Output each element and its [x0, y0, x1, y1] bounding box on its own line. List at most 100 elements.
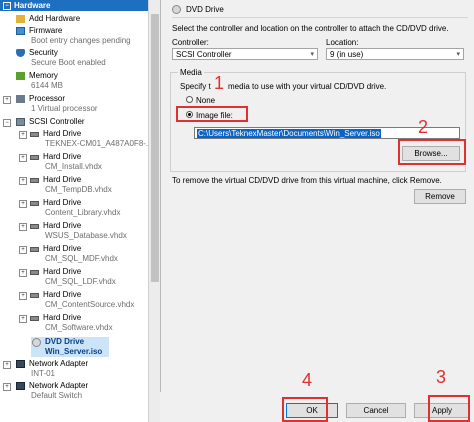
hard-drive-file: CM_Software.vhdx — [45, 323, 113, 332]
tree-item-hard-drive[interactable]: Hard Drive — [43, 221, 81, 230]
tree-item-security[interactable]: Security — [29, 48, 58, 57]
network-adapter-icon — [16, 360, 25, 368]
tree-item-hard-drive[interactable]: Hard Drive — [43, 313, 81, 322]
tree-item-network-adapter[interactable]: Network Adapter — [29, 359, 88, 368]
tree-scrollbar[interactable] — [148, 0, 160, 422]
hard-drive-file: CM_ContentSource.vhdx — [45, 300, 135, 309]
expand-icon[interactable]: + — [19, 315, 27, 323]
hard-drive-file: TEKNEX-CM01_A487A0F8-... — [45, 139, 153, 148]
callout-number-2: 2 — [418, 117, 429, 137]
hard-drive-file: CM_SQL_LDF.vhdx — [45, 277, 116, 286]
remove-button[interactable]: Remove — [414, 189, 466, 204]
hard-drive-icon — [30, 316, 39, 321]
tree-item-processor[interactable]: Processor — [29, 94, 65, 103]
callout-box-image-file — [176, 106, 248, 122]
callout-number-1: 1 — [214, 73, 225, 93]
tree-item-hard-drive[interactable]: Hard Drive — [43, 152, 81, 161]
add-hardware-icon — [16, 15, 25, 23]
tree-item-firmware[interactable]: Firmware — [29, 26, 62, 35]
expand-icon[interactable]: + — [19, 177, 27, 185]
panel-description: Select the controller and location on th… — [172, 24, 449, 33]
expand-icon[interactable]: + — [3, 96, 11, 104]
dvd-icon — [32, 338, 41, 347]
location-value: 9 (in use) — [330, 50, 364, 59]
controller-select[interactable]: SCSI Controller ▾ — [172, 48, 318, 60]
hardware-tree: − Hardware Add Hardware Firmware Boot en… — [0, 0, 161, 422]
tree-item-scsi-controller[interactable]: SCSI Controller — [29, 117, 85, 126]
hard-drive-icon — [30, 270, 39, 275]
network-adapter-switch: INT-01 — [31, 369, 56, 378]
category-label: Hardware — [14, 1, 51, 10]
security-status: Secure Boot enabled — [31, 58, 106, 67]
network-adapter-switch: Default Switch — [31, 391, 83, 400]
memory-icon — [16, 72, 25, 80]
tree-category-hardware[interactable]: − Hardware — [0, 0, 148, 11]
hard-drive-file: CM_SQL_MDF.vhdx — [45, 254, 118, 263]
collapse-icon[interactable]: − — [3, 119, 11, 127]
hard-drive-icon — [30, 224, 39, 229]
expand-icon[interactable]: + — [3, 383, 11, 391]
tree-item-memory[interactable]: Memory — [29, 71, 58, 80]
dvd-icon — [172, 5, 181, 14]
hard-drive-icon — [30, 247, 39, 252]
remove-instructions: To remove the virtual CD/DVD drive from … — [172, 176, 442, 185]
hard-drive-file: CM_TempDB.vhdx — [45, 185, 112, 194]
hard-drive-icon — [30, 132, 39, 137]
expand-icon[interactable]: + — [19, 200, 27, 208]
tree-item-hard-drive[interactable]: Hard Drive — [43, 267, 81, 276]
shield-icon — [16, 49, 25, 57]
hard-drive-file: CM_Install.vhdx — [45, 162, 102, 171]
media-specify-text-start: Specify t — [180, 82, 211, 91]
callout-box-ok — [282, 397, 328, 422]
controller-label: Controller: — [172, 38, 209, 47]
none-label: None — [196, 96, 216, 105]
network-adapter-icon — [16, 382, 25, 390]
collapse-icon[interactable]: − — [3, 2, 11, 10]
callout-box-apply — [428, 395, 470, 422]
expand-icon[interactable]: + — [19, 292, 27, 300]
firmware-icon — [16, 27, 25, 35]
expand-icon[interactable]: + — [19, 223, 27, 231]
hard-drive-icon — [30, 201, 39, 206]
tree-item-hard-drive[interactable]: Hard Drive — [43, 175, 81, 184]
hard-drive-file: WSUS_Database.vhdx — [45, 231, 127, 240]
media-label: Media — [178, 68, 204, 77]
panel-title: DVD Drive — [186, 5, 224, 14]
hard-drive-file: Content_Library.vhdx — [45, 208, 121, 217]
expand-icon[interactable]: + — [3, 361, 11, 369]
expand-icon[interactable]: + — [19, 246, 27, 254]
callout-box-browse — [398, 139, 466, 165]
hard-drive-icon — [30, 293, 39, 298]
tree-item-dvd-drive[interactable]: DVD Drive — [45, 337, 84, 346]
expand-icon[interactable]: + — [19, 269, 27, 277]
tree-item-add-hardware[interactable]: Add Hardware — [29, 14, 80, 23]
tree-item-hard-drive[interactable]: Hard Drive — [43, 129, 81, 138]
location-select[interactable]: 9 (in use) ▾ — [326, 48, 464, 60]
callout-number-4: 4 — [302, 370, 313, 390]
title-divider — [172, 17, 468, 18]
processor-icon — [16, 95, 25, 103]
expand-icon[interactable]: + — [19, 154, 27, 162]
location-label: Location: — [326, 38, 359, 47]
dvd-drive-media: Win_Server.iso — [45, 347, 103, 356]
callout-number-3: 3 — [436, 367, 447, 387]
media-specify-text-end: media to use with your virtual CD/DVD dr… — [228, 82, 387, 91]
none-radio[interactable] — [186, 96, 193, 103]
expand-icon[interactable]: + — [19, 131, 27, 139]
hard-drive-icon — [30, 155, 39, 160]
processor-value: 1 Virtual processor — [31, 104, 98, 113]
chevron-down-icon: ▾ — [310, 51, 314, 58]
image-path-value: C:\Users\TeknexMaster\Documents\Win_Serv… — [197, 129, 381, 138]
scrollbar-thumb[interactable] — [151, 14, 159, 282]
tree-item-network-adapter[interactable]: Network Adapter — [29, 381, 88, 390]
scsi-controller-icon — [16, 118, 25, 126]
memory-value: 6144 MB — [31, 81, 64, 90]
firmware-status: Boot entry changes pending — [31, 36, 131, 45]
chevron-down-icon: ▾ — [456, 51, 460, 58]
controller-value: SCSI Controller — [176, 50, 232, 59]
tree-item-hard-drive[interactable]: Hard Drive — [43, 290, 81, 299]
cancel-button[interactable]: Cancel — [346, 403, 406, 418]
tree-item-hard-drive[interactable]: Hard Drive — [43, 244, 81, 253]
tree-item-hard-drive[interactable]: Hard Drive — [43, 198, 81, 207]
hard-drive-icon — [30, 178, 39, 183]
